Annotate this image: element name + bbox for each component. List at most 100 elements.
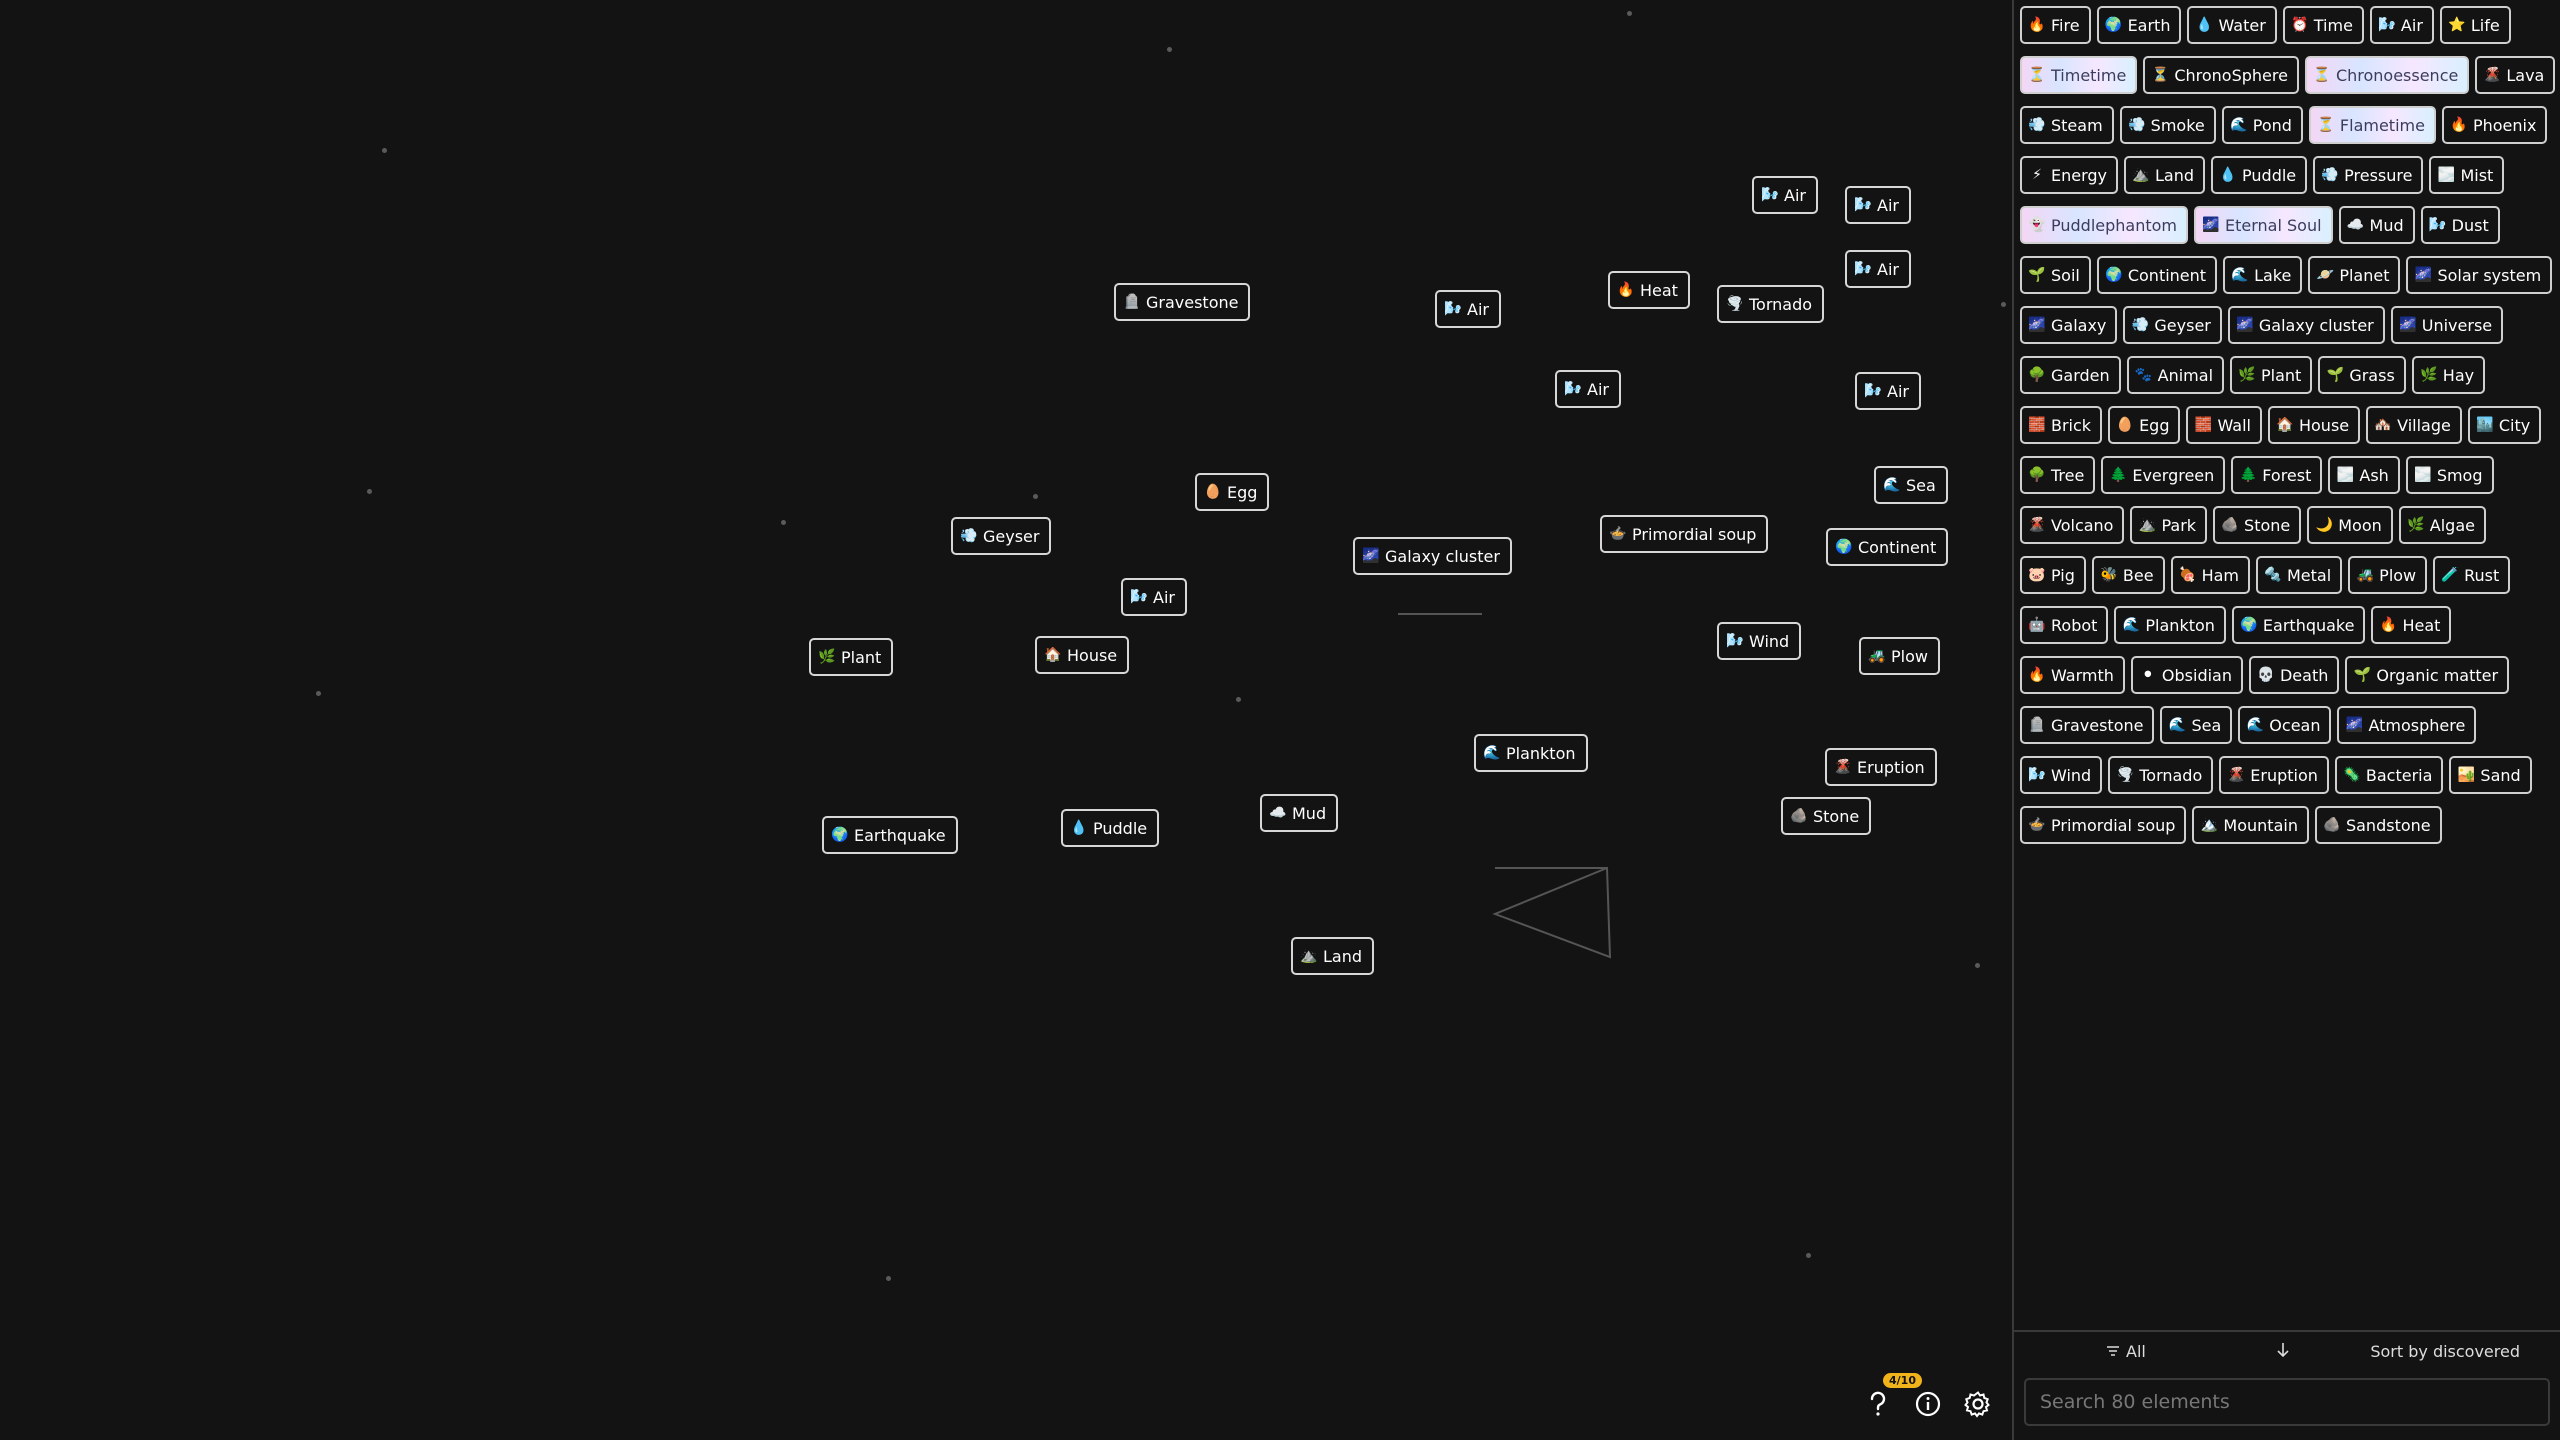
canvas-element[interactable]: 🪦 Gravestone <box>1114 283 1251 321</box>
canvas-element[interactable]: 🌿 Plant <box>809 638 894 676</box>
sidebar-element[interactable]: 🏘️ Village <box>2366 406 2462 444</box>
sidebar-element[interactable]: ⏳ Chronoessence <box>2304 56 2470 94</box>
sidebar-element[interactable]: ☁️ Mud <box>2338 206 2415 244</box>
sidebar-element[interactable]: 👻 Puddlephantom <box>2020 206 2188 244</box>
sidebar-element[interactable]: 🌌 Eternal Soul <box>2194 206 2333 244</box>
sidebar-element[interactable]: 💨 Pressure <box>2313 156 2424 194</box>
canvas-element[interactable]: 🥚 Egg <box>1195 473 1270 511</box>
sidebar-element[interactable]: 💨 Steam <box>2020 106 2114 144</box>
sidebar-element[interactable]: 🌱 Organic matter <box>2345 656 2510 694</box>
sidebar-element[interactable]: 🌬️ Air <box>2369 6 2434 44</box>
canvas-element[interactable]: 🌪️ Tornado <box>1717 285 1825 323</box>
sidebar-element[interactable]: 🌲 Evergreen <box>2101 456 2226 494</box>
sidebar-element[interactable]: 🌊 Pond <box>2221 106 2303 144</box>
sidebar-element[interactable]: 🧱 Brick <box>2020 406 2103 444</box>
sidebar-element[interactable]: 🌌 Atmosphere <box>2337 706 2477 744</box>
sidebar-element[interactable]: ⚫ Obsidian <box>2130 656 2243 694</box>
canvas-element[interactable]: 🌬️ Air <box>1121 578 1187 616</box>
sidebar-element[interactable]: 💨 Smoke <box>2119 106 2216 144</box>
canvas-element[interactable]: 🌬️ Air <box>1555 370 1621 408</box>
sidebar-element[interactable]: 🌋 Volcano <box>2020 506 2125 544</box>
sidebar-element[interactable]: 🌋 Lava <box>2475 56 2556 94</box>
sidebar-element[interactable]: 🍲 Primordial soup <box>2020 806 2187 844</box>
sidebar-element[interactable]: 🪨 Stone <box>2213 506 2302 544</box>
sidebar-element[interactable]: 🐾 Animal <box>2126 356 2225 394</box>
sidebar-element[interactable]: 🤖 Robot <box>2020 606 2109 644</box>
sidebar-element[interactable]: ⏳ ChronoSphere <box>2143 56 2299 94</box>
sidebar-element[interactable]: 🐝 Bee <box>2091 556 2165 594</box>
sidebar-element[interactable]: 🌫️ Ash <box>2328 456 2400 494</box>
sidebar-element[interactable]: 🌌 Universe <box>2390 306 2504 344</box>
settings-button[interactable] <box>1962 1390 1994 1422</box>
canvas-element[interactable]: 🔥 Heat <box>1608 271 1690 309</box>
sidebar-element[interactable]: 🌿 Algae <box>2398 506 2486 544</box>
sidebar-element[interactable]: 🌍 Earth <box>2096 6 2182 44</box>
sidebar-element[interactable]: 🥚 Egg <box>2108 406 2181 444</box>
sidebar-element[interactable]: 🧱 Wall <box>2186 406 2262 444</box>
sidebar-element[interactable]: 🧪 Rust <box>2433 556 2511 594</box>
sidebar-element[interactable]: 🪨 Sandstone <box>2314 806 2442 844</box>
sidebar-element[interactable]: 🌱 Soil <box>2020 256 2091 294</box>
sidebar-element[interactable]: 🌌 Solar system <box>2406 256 2553 294</box>
canvas-element[interactable]: ⛰️ Land <box>1291 937 1375 975</box>
canvas-element[interactable]: 🌬️ Wind <box>1717 622 1802 660</box>
sidebar-element[interactable]: 🌍 Earthquake <box>2231 606 2366 644</box>
canvas-element[interactable]: 🚜 Plow <box>1859 637 1940 675</box>
sidebar-element[interactable]: 🌋 Eruption <box>2219 756 2329 794</box>
sidebar-element[interactable]: 🌊 Ocean <box>2238 706 2332 744</box>
sidebar-element[interactable]: 🌪️ Tornado <box>2108 756 2214 794</box>
canvas-element[interactable]: 🌬️ Air <box>1752 176 1818 214</box>
sidebar-element[interactable]: 🌱 Grass <box>2318 356 2406 394</box>
sidebar-element[interactable]: 🔥 Phoenix <box>2441 106 2548 144</box>
sidebar-element[interactable]: ⏳ Flametime <box>2308 106 2436 144</box>
sidebar-element[interactable]: 🔥 Fire <box>2020 6 2091 44</box>
sidebar-element[interactable]: ⛰️ Park <box>2130 506 2208 544</box>
canvas-element[interactable]: 🌍 Earthquake <box>822 816 958 854</box>
canvas-element[interactable]: 🌬️ Air <box>1855 372 1921 410</box>
canvas-element[interactable]: 🪨 Stone <box>1781 797 1872 835</box>
sidebar-element[interactable]: 🌫️ Smog <box>2405 456 2494 494</box>
sidebar-element[interactable]: 🪐 Planet <box>2308 256 2401 294</box>
sidebar-element[interactable]: 🦠 Bacteria <box>2334 756 2444 794</box>
sidebar-element[interactable]: ⚡ Energy <box>2020 156 2119 194</box>
sidebar-element[interactable]: ⛰️ Land <box>2124 156 2206 194</box>
sidebar-element[interactable]: 🌊 Lake <box>2223 256 2303 294</box>
canvas-element[interactable]: 🌬️ Air <box>1845 250 1911 288</box>
canvas-element[interactable]: 🍲 Primordial soup <box>1600 515 1769 553</box>
sidebar-element[interactable]: ⏳ Timetime <box>2020 56 2138 94</box>
sidebar-element[interactable]: 🏙️ City <box>2467 406 2542 444</box>
crafting-canvas[interactable]: 🪦 Gravestone 🌬️ Air 🔥 Heat 🌪️ Tornado 🌬️ Air 🌬️ Air… <box>0 0 2012 1440</box>
sidebar-element[interactable]: 🌳 Tree <box>2020 456 2096 494</box>
sidebar-element[interactable]: 🔩 Metal <box>2256 556 2343 594</box>
sidebar-element[interactable]: 🚜 Plow <box>2348 556 2428 594</box>
sidebar-element[interactable]: 🌌 Galaxy cluster <box>2227 306 2385 344</box>
sidebar-element[interactable]: 🌙 Moon <box>2307 506 2393 544</box>
sidebar-element[interactable]: 💧 Water <box>2187 6 2277 44</box>
canvas-element[interactable]: 🌋 Eruption <box>1825 748 1937 786</box>
sidebar-element[interactable]: 💨 Geyser <box>2123 306 2222 344</box>
sidebar-element[interactable]: 🌲 Forest <box>2231 456 2323 494</box>
filter-button[interactable]: All <box>2106 1342 2146 1361</box>
sidebar-element[interactable]: ⏰ Time <box>2282 6 2364 44</box>
sidebar-element[interactable]: 🍖 Ham <box>2170 556 2250 594</box>
sidebar-element[interactable]: 🌬️ Dust <box>2420 206 2500 244</box>
sidebar-element[interactable]: 🌬️ Wind <box>2020 756 2103 794</box>
canvas-element[interactable]: 🌍 Continent <box>1826 528 1949 566</box>
canvas-element[interactable]: 🏠 House <box>1035 636 1130 674</box>
sidebar-element[interactable]: 🌳 Garden <box>2020 356 2121 394</box>
sidebar-element[interactable]: 🌿 Hay <box>2411 356 2486 394</box>
canvas-element[interactable]: 🌬️ Air <box>1435 290 1501 328</box>
canvas-element[interactable]: 💨 Geyser <box>951 517 1052 555</box>
canvas-element[interactable]: 💧 Puddle <box>1061 809 1160 847</box>
sort-direction-button[interactable] <box>2276 1342 2290 1362</box>
sidebar-element[interactable]: 💀 Death <box>2248 656 2340 694</box>
canvas-element[interactable]: ☁️ Mud <box>1260 794 1339 832</box>
sidebar-element[interactable]: 🔥 Warmth <box>2020 656 2125 694</box>
sidebar-element[interactable]: 🏠 House <box>2267 406 2361 444</box>
sidebar-element[interactable]: 🌊 Plankton <box>2114 606 2226 644</box>
sidebar-element[interactable]: 🏔️ Mountain <box>2192 806 2309 844</box>
sort-button[interactable]: Sort by discovered <box>2370 1342 2520 1361</box>
canvas-element[interactable]: 🌊 Sea <box>1874 466 1948 504</box>
search-input[interactable] <box>2024 1378 2550 1426</box>
canvas-element[interactable]: 🌊 Plankton <box>1474 734 1588 772</box>
